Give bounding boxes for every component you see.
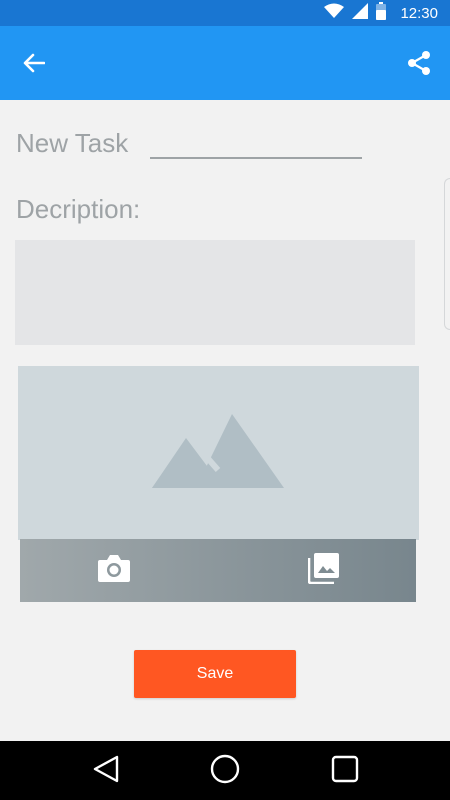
arrow-back-icon xyxy=(23,53,46,78)
camera-button[interactable] xyxy=(96,553,132,587)
task-form: New Task Decription: Save xyxy=(0,100,450,740)
battery-icon xyxy=(376,1,387,25)
image-toolbar xyxy=(20,539,416,602)
status-time: 12:30 xyxy=(400,4,438,22)
task-label: New Task xyxy=(16,128,129,158)
task-name-input[interactable] xyxy=(150,131,363,159)
nav-home-button[interactable] xyxy=(207,753,243,789)
image-placeholder-icon xyxy=(151,413,286,493)
nav-back-icon xyxy=(91,754,121,789)
system-nav-bar xyxy=(0,741,450,800)
gallery-button[interactable] xyxy=(306,552,342,589)
photo-library-icon xyxy=(307,552,340,589)
camera-icon xyxy=(97,553,131,588)
task-row: New Task xyxy=(16,128,363,159)
status-bar: 12:30 xyxy=(0,0,450,26)
share-icon xyxy=(406,50,432,81)
image-preview[interactable] xyxy=(18,366,419,540)
save-button[interactable]: Save xyxy=(134,650,296,698)
description-input[interactable] xyxy=(15,240,415,345)
nav-home-icon xyxy=(209,753,241,790)
status-icons: 12:30 xyxy=(324,0,438,26)
share-button[interactable] xyxy=(402,48,436,82)
app-bar xyxy=(0,26,450,100)
wifi-icon xyxy=(324,3,345,24)
back-button[interactable] xyxy=(14,48,54,82)
description-label: Decription: xyxy=(16,194,141,224)
nav-recents-icon xyxy=(330,754,360,789)
nav-back-button[interactable] xyxy=(88,753,124,789)
cell-signal-icon xyxy=(352,2,369,24)
edge-scroll-indicator[interactable] xyxy=(444,178,450,330)
nav-recents-button[interactable] xyxy=(327,753,363,789)
